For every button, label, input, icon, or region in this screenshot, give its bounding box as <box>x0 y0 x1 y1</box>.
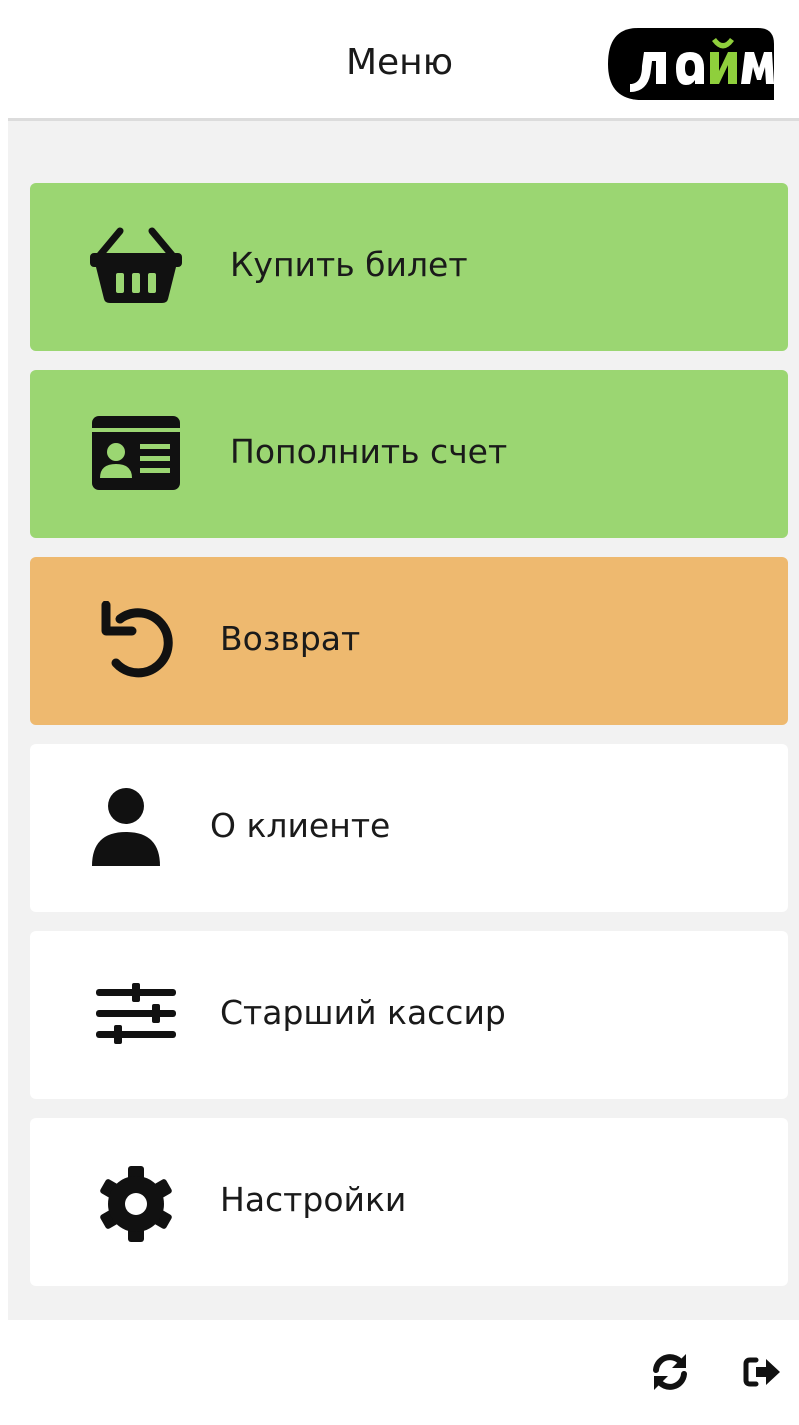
basket-icon <box>90 227 182 307</box>
sliders-icon <box>90 975 182 1055</box>
menu-item-client-info[interactable]: О клиенте <box>30 744 788 912</box>
logout-button[interactable] <box>738 1350 786 1398</box>
undo-icon <box>90 601 182 681</box>
refresh-button[interactable] <box>646 1350 694 1398</box>
refresh-icon <box>648 1350 692 1398</box>
menu-item-senior-cashier[interactable]: Старший кассир <box>30 931 788 1099</box>
brand-logo <box>608 26 776 100</box>
gear-icon <box>90 1162 182 1242</box>
menu-item-label: О клиенте <box>210 806 391 845</box>
id-card-icon <box>90 414 182 494</box>
menu-item-top-up[interactable]: Пополнить счет <box>30 370 788 538</box>
menu-item-label: Старший кассир <box>220 993 506 1032</box>
menu-list: Купить билет Пополнить счет Возврат О кл… <box>8 121 799 1320</box>
footer-toolbar <box>0 1320 799 1425</box>
menu-item-settings[interactable]: Настройки <box>30 1118 788 1286</box>
menu-item-buy-ticket[interactable]: Купить билет <box>30 183 788 351</box>
menu-item-label: Настройки <box>220 1180 407 1219</box>
user-icon <box>80 788 172 868</box>
menu-item-label: Купить билет <box>230 245 468 284</box>
menu-item-label: Пополнить счет <box>230 432 508 471</box>
logout-icon <box>742 1352 782 1396</box>
menu-item-label: Возврат <box>220 619 361 658</box>
header: Меню <box>0 0 799 121</box>
menu-item-return[interactable]: Возврат <box>30 557 788 725</box>
